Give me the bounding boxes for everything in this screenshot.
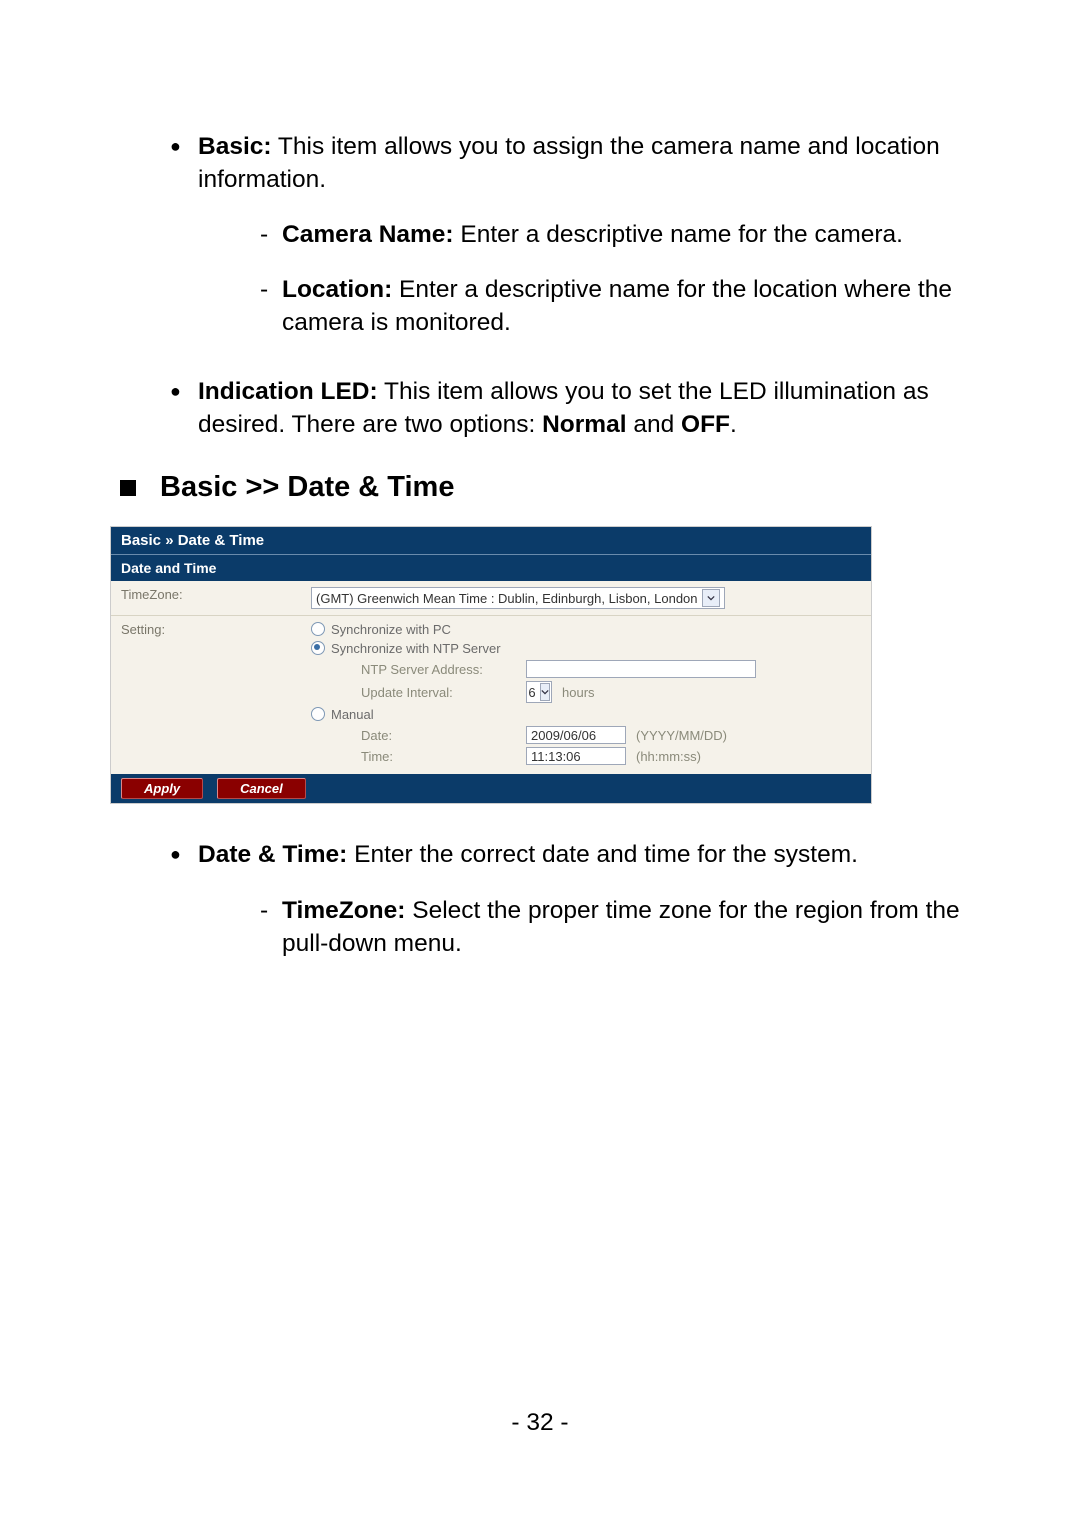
sub-camera-name: - Camera Name: Enter a descriptive name … bbox=[260, 218, 970, 251]
manual-date-row: Date: 2009/06/06 (YYYY/MM/DD) bbox=[311, 726, 861, 744]
bullet-date-time: ● Date & Time: Enter the correct date an… bbox=[170, 838, 970, 981]
chevron-down-icon[interactable] bbox=[702, 589, 720, 607]
square-bullet-icon bbox=[120, 480, 136, 496]
ntp-address-input[interactable] bbox=[526, 660, 756, 678]
sub-label: Location: bbox=[282, 276, 392, 303]
bold-off: OFF bbox=[681, 411, 730, 438]
opt-sync-ntp-label: Synchronize with NTP Server bbox=[331, 641, 501, 656]
opt-manual-label: Manual bbox=[331, 707, 374, 722]
sub-label: Camera Name: bbox=[282, 221, 454, 248]
opt-sync-pc-label: Synchronize with PC bbox=[331, 622, 451, 637]
sub-timezone: - TimeZone: Select the proper time zone … bbox=[260, 894, 970, 960]
dash-icon: - bbox=[260, 273, 282, 339]
page-number: - 32 - bbox=[0, 1409, 1080, 1437]
bullet-label: Basic: bbox=[198, 133, 272, 160]
update-interval-select[interactable]: 6 bbox=[526, 681, 552, 703]
settings-panel: Basic » Date & Time Date and Time TimeZo… bbox=[110, 526, 872, 804]
apply-button[interactable]: Apply bbox=[121, 778, 203, 799]
date-label: Date: bbox=[361, 728, 526, 743]
timezone-label: TimeZone: bbox=[111, 581, 301, 615]
bullet-basic: ● Basic: This item allows you to assign … bbox=[170, 130, 970, 361]
cancel-button[interactable]: Cancel bbox=[217, 778, 306, 799]
timezone-value: (GMT) Greenwich Mean Time : Dublin, Edin… bbox=[316, 591, 698, 606]
bullet-dot-icon: ● bbox=[170, 838, 198, 981]
setting-label: Setting: bbox=[111, 616, 301, 774]
panel-footer: Apply Cancel bbox=[111, 774, 871, 803]
dash-icon: - bbox=[260, 218, 282, 251]
sub-location: - Location: Enter a descriptive name for… bbox=[260, 273, 970, 339]
update-interval-label: Update Interval: bbox=[361, 685, 526, 700]
time-label: Time: bbox=[361, 749, 526, 764]
bullet-text: This item allows you to assign the camer… bbox=[198, 133, 940, 193]
bullet-dot-icon: ● bbox=[170, 375, 198, 441]
bullet-text: Enter the correct date and time for the … bbox=[347, 841, 858, 868]
chevron-down-icon[interactable] bbox=[540, 683, 550, 701]
date-input[interactable]: 2009/06/06 bbox=[526, 726, 626, 744]
timezone-select[interactable]: (GMT) Greenwich Mean Time : Dublin, Edin… bbox=[311, 587, 725, 609]
update-interval-unit: hours bbox=[562, 685, 595, 700]
radio-sync-pc[interactable] bbox=[311, 622, 325, 636]
sub-text: Enter a descriptive name for the camera. bbox=[454, 221, 903, 248]
ntp-address-label: NTP Server Address: bbox=[361, 662, 526, 677]
time-hint: (hh:mm:ss) bbox=[636, 749, 701, 764]
ntp-address-row: NTP Server Address: bbox=[311, 660, 861, 678]
panel-subtitle: Date and Time bbox=[111, 554, 871, 581]
bold-normal: Normal bbox=[542, 411, 626, 438]
row-timezone: TimeZone: (GMT) Greenwich Mean Time : Du… bbox=[111, 581, 871, 616]
date-hint: (YYYY/MM/DD) bbox=[636, 728, 727, 743]
radio-sync-ntp[interactable] bbox=[311, 641, 325, 655]
update-interval-value: 6 bbox=[528, 685, 535, 700]
section-heading: Basic >> Date & Time bbox=[120, 471, 970, 504]
bullet-label: Date & Time: bbox=[198, 841, 347, 868]
update-interval-row: Update Interval: 6 hours bbox=[311, 681, 861, 703]
bullet-indication-led: ● Indication LED: This item allows you t… bbox=[170, 375, 970, 441]
bullet-dot-icon: ● bbox=[170, 130, 198, 361]
bullet-label: Indication LED: bbox=[198, 378, 378, 405]
radio-manual[interactable] bbox=[311, 707, 325, 721]
dash-icon: - bbox=[260, 894, 282, 960]
manual-time-row: Time: 11:13:06 (hh:mm:ss) bbox=[311, 747, 861, 765]
panel-title: Basic » Date & Time bbox=[111, 527, 871, 554]
row-setting: Setting: Synchronize with PC Synchronize… bbox=[111, 616, 871, 774]
time-input[interactable]: 11:13:06 bbox=[526, 747, 626, 765]
sub-label: TimeZone: bbox=[282, 897, 405, 924]
